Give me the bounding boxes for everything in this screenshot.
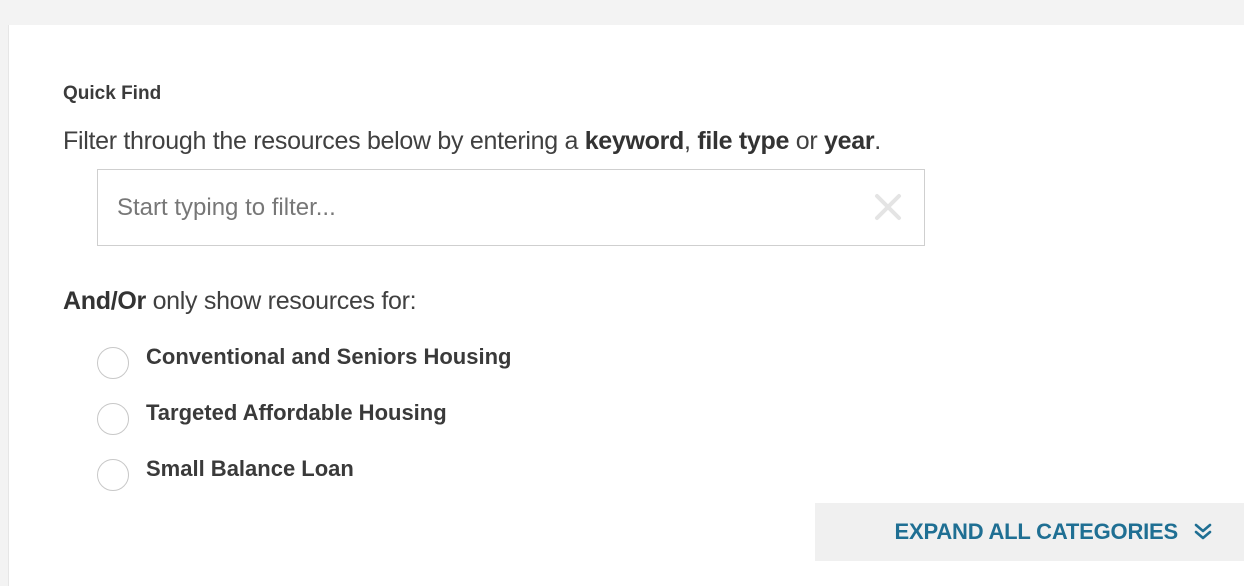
double-chevron-down-icon (1194, 523, 1212, 540)
expand-all-categories-button[interactable]: EXPAND ALL CATEGORIES (815, 503, 1244, 561)
radio-button[interactable] (97, 459, 129, 491)
radio-button[interactable] (97, 347, 129, 379)
option-label: Targeted Affordable Housing (146, 400, 447, 425)
option-conventional-seniors-housing[interactable]: Conventional and Seniors Housing (97, 343, 511, 399)
resource-options: Conventional and Seniors Housing Targete… (97, 343, 511, 511)
resource-filter-label: And/Or only show resources for: (63, 287, 417, 316)
filter-input[interactable] (98, 170, 858, 245)
keyword-term: keyword (584, 127, 685, 155)
quick-find-title: Quick Find (63, 83, 162, 104)
description-prefix: Filter through the resources below by en… (63, 127, 585, 155)
option-label: Small Balance Loan (146, 456, 354, 481)
close-icon[interactable] (872, 191, 904, 223)
andor-text: only show resources for: (145, 287, 417, 315)
filter-field (97, 169, 925, 246)
andor-term: And/Or (63, 287, 146, 315)
quick-find-panel: Quick Find Filter through the resources … (8, 25, 1244, 586)
file-type-term: file type (697, 127, 790, 155)
description-comma: , (684, 127, 698, 155)
quick-find-description: Filter through the resources below by en… (63, 127, 881, 156)
description-or: or (789, 127, 825, 155)
option-targeted-affordable-housing[interactable]: Targeted Affordable Housing (97, 399, 511, 455)
option-small-balance-loan[interactable]: Small Balance Loan (97, 455, 511, 511)
year-term: year (824, 127, 875, 155)
radio-button[interactable] (97, 403, 129, 435)
expand-all-label: EXPAND ALL CATEGORIES (894, 519, 1179, 544)
option-label: Conventional and Seniors Housing (146, 344, 512, 369)
description-period: . (874, 127, 881, 155)
